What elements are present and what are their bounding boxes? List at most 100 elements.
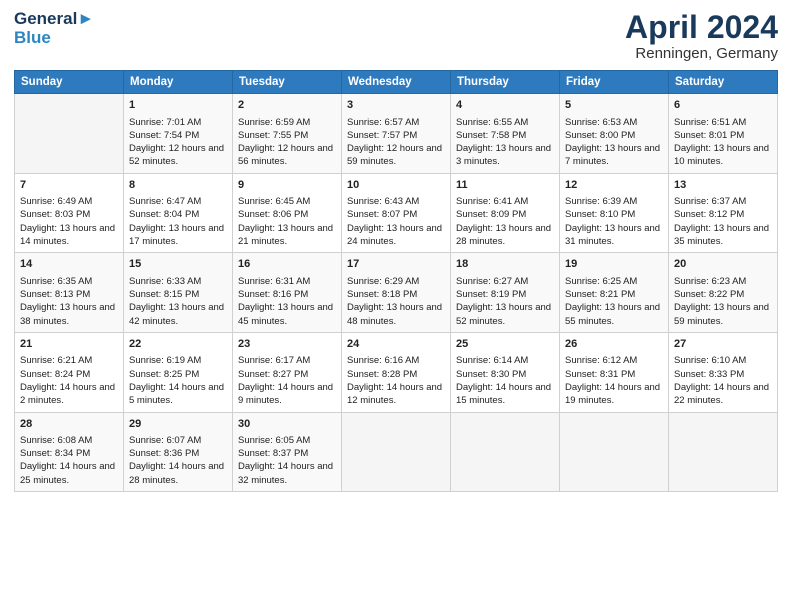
sunrise-text: Sunrise: 6:23 AM <box>674 276 746 287</box>
sunset-text: Sunset: 8:01 PM <box>674 130 744 141</box>
daylight-text: Daylight: 13 hours and 45 minutes. <box>238 302 333 326</box>
cell-w1-d6: 5 Sunrise: 6:53 AM Sunset: 8:00 PM Dayli… <box>560 94 669 174</box>
calendar-table: Sunday Monday Tuesday Wednesday Thursday… <box>14 70 778 492</box>
sunrise-text: Sunrise: 6:25 AM <box>565 276 637 287</box>
sunrise-text: Sunrise: 6:08 AM <box>20 435 92 446</box>
cell-w5-d7 <box>669 412 778 492</box>
sunset-text: Sunset: 8:15 PM <box>129 289 199 300</box>
sunrise-text: Sunrise: 6:31 AM <box>238 276 310 287</box>
sunset-text: Sunset: 8:37 PM <box>238 448 308 459</box>
daylight-text: Daylight: 13 hours and 35 minutes. <box>674 223 769 247</box>
week-row-4: 21 Sunrise: 6:21 AM Sunset: 8:24 PM Dayl… <box>15 332 778 412</box>
day-number: 1 <box>129 98 227 113</box>
day-number: 13 <box>674 178 772 193</box>
sunset-text: Sunset: 8:07 PM <box>347 209 417 220</box>
cell-w5-d1: 28 Sunrise: 6:08 AM Sunset: 8:34 PM Dayl… <box>15 412 124 492</box>
day-number: 9 <box>238 178 336 193</box>
cell-w5-d3: 30 Sunrise: 6:05 AM Sunset: 8:37 PM Dayl… <box>233 412 342 492</box>
sunrise-text: Sunrise: 6:51 AM <box>674 117 746 128</box>
day-number: 15 <box>129 257 227 272</box>
cell-w3-d6: 19 Sunrise: 6:25 AM Sunset: 8:21 PM Dayl… <box>560 253 669 333</box>
daylight-text: Daylight: 13 hours and 28 minutes. <box>456 223 551 247</box>
sunrise-text: Sunrise: 6:57 AM <box>347 117 419 128</box>
cell-w3-d1: 14 Sunrise: 6:35 AM Sunset: 8:13 PM Dayl… <box>15 253 124 333</box>
day-number: 24 <box>347 337 445 352</box>
sunset-text: Sunset: 8:28 PM <box>347 369 417 380</box>
day-number: 6 <box>674 98 772 113</box>
sunset-text: Sunset: 8:34 PM <box>20 448 90 459</box>
daylight-text: Daylight: 14 hours and 28 minutes. <box>129 461 224 485</box>
daylight-text: Daylight: 13 hours and 3 minutes. <box>456 143 551 167</box>
sunset-text: Sunset: 8:12 PM <box>674 209 744 220</box>
cell-w4-d6: 26 Sunrise: 6:12 AM Sunset: 8:31 PM Dayl… <box>560 332 669 412</box>
daylight-text: Daylight: 12 hours and 56 minutes. <box>238 143 333 167</box>
day-number: 25 <box>456 337 554 352</box>
daylight-text: Daylight: 14 hours and 22 minutes. <box>674 382 769 406</box>
sunrise-text: Sunrise: 6:35 AM <box>20 276 92 287</box>
sunrise-text: Sunrise: 6:41 AM <box>456 196 528 207</box>
day-number: 20 <box>674 257 772 272</box>
week-row-5: 28 Sunrise: 6:08 AM Sunset: 8:34 PM Dayl… <box>15 412 778 492</box>
day-number: 5 <box>565 98 663 113</box>
sunset-text: Sunset: 8:27 PM <box>238 369 308 380</box>
sunset-text: Sunset: 8:19 PM <box>456 289 526 300</box>
daylight-text: Daylight: 13 hours and 14 minutes. <box>20 223 115 247</box>
daylight-text: Daylight: 12 hours and 59 minutes. <box>347 143 442 167</box>
sunrise-text: Sunrise: 6:17 AM <box>238 355 310 366</box>
cell-w3-d3: 16 Sunrise: 6:31 AM Sunset: 8:16 PM Dayl… <box>233 253 342 333</box>
cell-w2-d2: 8 Sunrise: 6:47 AM Sunset: 8:04 PM Dayli… <box>124 173 233 253</box>
sunrise-text: Sunrise: 6:16 AM <box>347 355 419 366</box>
daylight-text: Daylight: 14 hours and 2 minutes. <box>20 382 115 406</box>
cell-w1-d5: 4 Sunrise: 6:55 AM Sunset: 7:58 PM Dayli… <box>451 94 560 174</box>
day-number: 17 <box>347 257 445 272</box>
cell-w2-d7: 13 Sunrise: 6:37 AM Sunset: 8:12 PM Dayl… <box>669 173 778 253</box>
sunrise-text: Sunrise: 6:55 AM <box>456 117 528 128</box>
day-number: 18 <box>456 257 554 272</box>
day-number: 11 <box>456 178 554 193</box>
sunrise-text: Sunrise: 6:27 AM <box>456 276 528 287</box>
sunrise-text: Sunrise: 6:33 AM <box>129 276 201 287</box>
daylight-text: Daylight: 13 hours and 52 minutes. <box>456 302 551 326</box>
day-number: 7 <box>20 178 118 193</box>
col-saturday: Saturday <box>669 71 778 94</box>
col-wednesday: Wednesday <box>342 71 451 94</box>
cell-w4-d7: 27 Sunrise: 6:10 AM Sunset: 8:33 PM Dayl… <box>669 332 778 412</box>
week-row-1: 1 Sunrise: 7:01 AM Sunset: 7:54 PM Dayli… <box>15 94 778 174</box>
day-number: 16 <box>238 257 336 272</box>
day-number: 19 <box>565 257 663 272</box>
col-sunday: Sunday <box>15 71 124 94</box>
cell-w4-d5: 25 Sunrise: 6:14 AM Sunset: 8:30 PM Dayl… <box>451 332 560 412</box>
day-number: 10 <box>347 178 445 193</box>
title-location: Renningen, Germany <box>625 45 778 62</box>
daylight-text: Daylight: 14 hours and 15 minutes. <box>456 382 551 406</box>
cell-w3-d2: 15 Sunrise: 6:33 AM Sunset: 8:15 PM Dayl… <box>124 253 233 333</box>
sunset-text: Sunset: 8:30 PM <box>456 369 526 380</box>
header-row: Sunday Monday Tuesday Wednesday Thursday… <box>15 71 778 94</box>
logo-line2: Blue <box>14 29 94 48</box>
sunrise-text: Sunrise: 6:37 AM <box>674 196 746 207</box>
cell-w1-d1 <box>15 94 124 174</box>
sunset-text: Sunset: 8:21 PM <box>565 289 635 300</box>
daylight-text: Daylight: 12 hours and 52 minutes. <box>129 143 224 167</box>
sunset-text: Sunset: 7:58 PM <box>456 130 526 141</box>
daylight-text: Daylight: 13 hours and 31 minutes. <box>565 223 660 247</box>
day-number: 21 <box>20 337 118 352</box>
daylight-text: Daylight: 13 hours and 55 minutes. <box>565 302 660 326</box>
sunset-text: Sunset: 7:54 PM <box>129 130 199 141</box>
sunrise-text: Sunrise: 7:01 AM <box>129 117 201 128</box>
daylight-text: Daylight: 13 hours and 48 minutes. <box>347 302 442 326</box>
cell-w1-d7: 6 Sunrise: 6:51 AM Sunset: 8:01 PM Dayli… <box>669 94 778 174</box>
sunset-text: Sunset: 8:10 PM <box>565 209 635 220</box>
title-month: April 2024 <box>625 10 778 45</box>
sunrise-text: Sunrise: 6:12 AM <box>565 355 637 366</box>
logo: General► Blue <box>14 10 94 47</box>
cell-w3-d4: 17 Sunrise: 6:29 AM Sunset: 8:18 PM Dayl… <box>342 253 451 333</box>
daylight-text: Daylight: 14 hours and 9 minutes. <box>238 382 333 406</box>
cell-w3-d5: 18 Sunrise: 6:27 AM Sunset: 8:19 PM Dayl… <box>451 253 560 333</box>
cell-w3-d7: 20 Sunrise: 6:23 AM Sunset: 8:22 PM Dayl… <box>669 253 778 333</box>
sunrise-text: Sunrise: 6:45 AM <box>238 196 310 207</box>
sunset-text: Sunset: 8:16 PM <box>238 289 308 300</box>
day-number: 28 <box>20 417 118 432</box>
sunrise-text: Sunrise: 6:21 AM <box>20 355 92 366</box>
sunrise-text: Sunrise: 6:19 AM <box>129 355 201 366</box>
